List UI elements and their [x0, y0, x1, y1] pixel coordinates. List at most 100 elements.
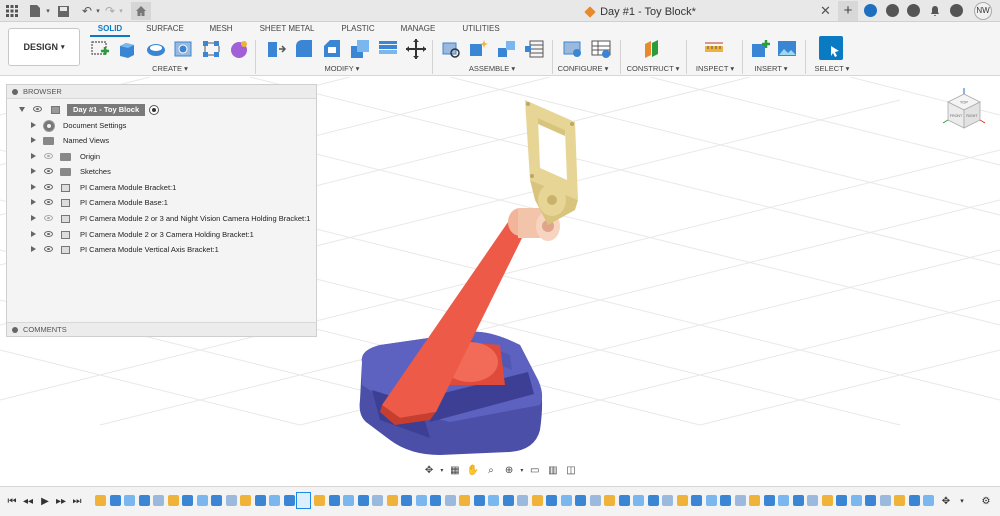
timeline-feature-icon[interactable]	[182, 495, 193, 506]
timeline-feature-icon[interactable]	[401, 495, 412, 506]
timeline-feature-icon[interactable]	[357, 495, 369, 506]
viewcube[interactable]: TOP FRONT RIGHT	[940, 86, 986, 138]
data-panel-icon[interactable]	[907, 4, 920, 17]
tree-row-component[interactable]: PI Camera Module Base:1	[7, 196, 316, 210]
timeline-feature-icon[interactable]	[589, 495, 601, 506]
insert-derive-icon[interactable]	[749, 38, 771, 60]
step-back-icon[interactable]: ◂◂	[22, 496, 34, 508]
timeline-feature-icon[interactable]	[647, 495, 659, 506]
timeline-feature-icon[interactable]	[343, 495, 354, 506]
timeline-feature-icon[interactable]	[502, 495, 514, 506]
expand-icon[interactable]	[19, 107, 25, 115]
visibility-eye-icon[interactable]	[44, 153, 53, 159]
expand-icon[interactable]	[31, 137, 36, 143]
timeline-feature-icon[interactable]	[372, 495, 383, 506]
tab-mesh[interactable]: MESH	[205, 24, 237, 33]
tree-root-row[interactable]: Day #1 - Toy Block	[7, 103, 316, 117]
tab-solid[interactable]: SOLID	[96, 24, 124, 33]
home-icon[interactable]	[131, 2, 151, 20]
notification-bell-icon[interactable]	[927, 3, 943, 19]
display-settings-icon[interactable]: ▭	[527, 464, 543, 478]
timeline-feature-icon[interactable]	[676, 495, 688, 506]
timeline-feature-icon[interactable]	[328, 495, 340, 506]
zoom-icon[interactable]: ⌕	[483, 464, 499, 478]
timeline-feature-icon[interactable]	[734, 495, 746, 506]
modify-group-label[interactable]: MODIFY ▾	[312, 64, 372, 73]
visibility-eye-icon[interactable]	[44, 168, 53, 174]
user-avatar[interactable]: NW	[974, 2, 992, 20]
go-to-end-icon[interactable]: ⏭	[71, 496, 83, 508]
comments-header[interactable]: COMMENTS	[7, 322, 316, 336]
timeline-feature-icon[interactable]	[763, 495, 775, 506]
timeline-feature-icon[interactable]	[879, 495, 891, 506]
expand-icon[interactable]	[12, 327, 18, 333]
construct-group-label[interactable]: CONSTRUCT ▾	[623, 64, 683, 73]
tree-row-component[interactable]: PI Camera Module Vertical Axis Bracket:1	[7, 243, 316, 257]
timeline-feature-icon[interactable]	[604, 495, 615, 506]
select-group-label[interactable]: SELECT ▾	[802, 64, 862, 73]
create-sketch-icon[interactable]	[89, 38, 111, 60]
hole-icon[interactable]	[172, 38, 194, 60]
bill-of-materials-icon[interactable]	[523, 38, 545, 60]
extrude-icon[interactable]	[116, 38, 138, 60]
close-tab-icon[interactable]: ✕	[820, 3, 831, 19]
tree-row-document-settings[interactable]: Document Settings	[7, 119, 316, 133]
timeline-feature-icon[interactable]	[894, 495, 905, 506]
new-tab-button[interactable]: +	[838, 1, 858, 21]
step-forward-icon[interactable]: ▸▸	[55, 496, 67, 508]
shell-icon[interactable]	[349, 38, 371, 60]
tab-surface[interactable]: SURFACE	[145, 24, 185, 33]
timeline-feature-icon[interactable]	[211, 495, 222, 506]
timeline-feature-icon[interactable]	[792, 495, 804, 506]
expand-icon[interactable]	[31, 153, 36, 159]
browser-header[interactable]: BROWSER	[7, 85, 316, 99]
timeline-feature-icon[interactable]	[865, 495, 876, 506]
timeline-feature-icon[interactable]	[691, 495, 702, 506]
tree-row-component[interactable]: PI Camera Module Bracket:1	[7, 181, 316, 195]
document-tab[interactable]: Day #1 - Toy Block*	[448, 2, 833, 22]
timeline-feature-icon[interactable]	[283, 495, 295, 506]
assemble-group-label[interactable]: ASSEMBLE ▾	[462, 64, 522, 73]
chamfer-icon[interactable]	[321, 38, 343, 60]
timeline-feature-icon[interactable]	[314, 495, 325, 506]
move-copy-icon[interactable]	[405, 38, 427, 60]
visibility-eye-icon[interactable]	[44, 231, 53, 237]
file-dropdown-icon[interactable]: ▾	[40, 3, 56, 19]
timeline-feature-icon[interactable]	[618, 495, 630, 506]
tab-plastic[interactable]: PLASTIC	[338, 24, 378, 33]
timeline-feature-icon[interactable]	[196, 495, 208, 506]
redo-dropdown-icon[interactable]: ▾	[113, 3, 129, 19]
expand-icon[interactable]	[31, 246, 36, 252]
configuration-table-icon[interactable]	[590, 38, 612, 60]
play-icon[interactable]: ▶	[39, 496, 51, 508]
timeline-feature-icon[interactable]	[386, 495, 398, 506]
new-component-icon[interactable]	[440, 38, 462, 60]
fit-icon[interactable]: ⊕	[501, 464, 517, 478]
viewports-icon[interactable]: ◫	[563, 464, 579, 478]
timeline-feature-icon[interactable]	[662, 495, 673, 506]
pattern-icon[interactable]	[200, 38, 222, 60]
look-at-icon[interactable]: ▦	[447, 464, 463, 478]
grid-settings-icon[interactable]: ▥	[545, 464, 561, 478]
expand-icon[interactable]	[31, 168, 36, 174]
timeline-feature-icon[interactable]	[488, 495, 499, 506]
insert-canvas-icon[interactable]	[776, 38, 798, 60]
timeline-feature-icon[interactable]	[633, 495, 644, 506]
viewcube-top-label[interactable]: TOP	[960, 100, 968, 105]
revolve-icon[interactable]	[145, 38, 167, 60]
joint-icon[interactable]	[467, 38, 489, 60]
press-pull-icon[interactable]	[265, 38, 287, 60]
move-icon[interactable]: ✥	[940, 496, 952, 508]
tree-row-named-views[interactable]: Named Views	[7, 134, 316, 148]
timeline-marker[interactable]	[296, 492, 311, 509]
expand-icon[interactable]	[31, 199, 36, 205]
inspect-group-label[interactable]: INSPECT ▾	[685, 64, 745, 73]
tree-row-component[interactable]: PI Camera Module 2 or 3 and Night Vision…	[7, 212, 316, 226]
visibility-eye-icon[interactable]	[44, 215, 53, 221]
timeline-feature-icon[interactable]	[531, 495, 543, 506]
viewcube-right-label[interactable]: RIGHT	[966, 114, 978, 118]
visibility-eye-icon[interactable]	[33, 106, 42, 112]
expand-icon[interactable]	[31, 231, 36, 237]
create-group-label[interactable]: CREATE ▾	[140, 64, 200, 73]
timeline-feature-icon[interactable]	[473, 495, 485, 506]
